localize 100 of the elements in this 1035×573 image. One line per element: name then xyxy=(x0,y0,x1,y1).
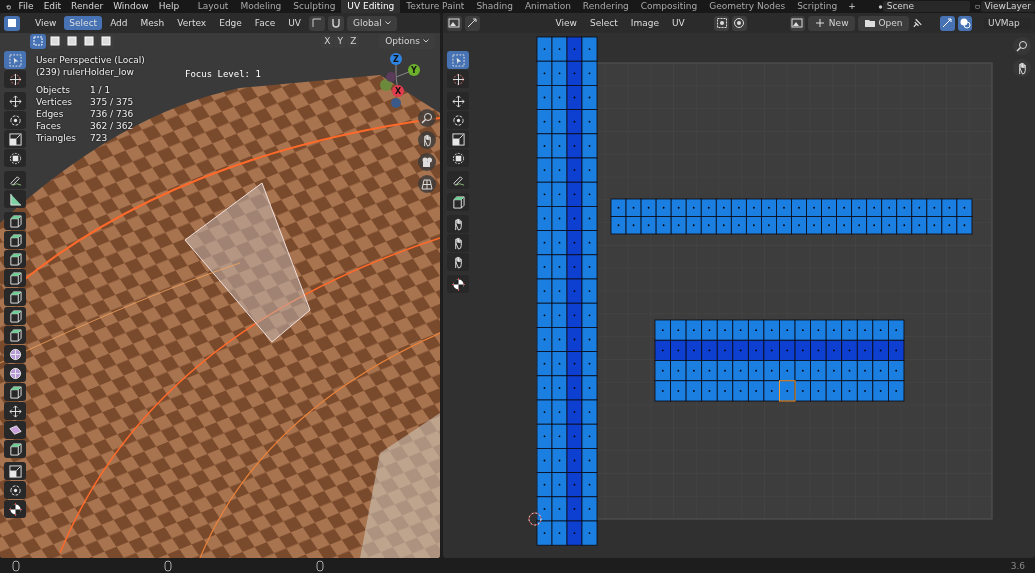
workspace-tab[interactable]: Rendering xyxy=(576,0,635,13)
uv-island[interactable] xyxy=(654,319,905,402)
menu-item[interactable]: Face xyxy=(249,16,281,30)
tool-button[interactable] xyxy=(4,231,26,249)
uv-sync-button[interactable] xyxy=(308,15,325,31)
menu-item[interactable]: Mesh xyxy=(135,16,170,30)
tool-button[interactable] xyxy=(4,440,26,458)
menu-item[interactable]: UV xyxy=(283,16,306,30)
tool-button[interactable] xyxy=(447,92,469,110)
tool-button[interactable] xyxy=(4,421,26,439)
zoom-button[interactable] xyxy=(1013,37,1031,55)
tool-button[interactable] xyxy=(4,250,26,268)
open-image-button[interactable]: Open xyxy=(857,15,909,31)
overlay-toggle[interactable] xyxy=(957,15,973,31)
mode-button[interactable] xyxy=(4,15,20,31)
editor-type-button[interactable] xyxy=(447,15,462,31)
tool-button[interactable] xyxy=(4,111,26,129)
tool-button[interactable] xyxy=(4,212,26,230)
tool-button[interactable] xyxy=(4,481,26,499)
menu-item[interactable]: UV xyxy=(666,16,690,30)
tool-button[interactable] xyxy=(447,275,469,293)
menu-item[interactable]: File xyxy=(13,0,39,13)
tool-button[interactable] xyxy=(4,500,26,518)
caret-icon xyxy=(384,21,391,25)
menu-item[interactable]: Help xyxy=(153,0,185,13)
pen-icon xyxy=(8,173,22,187)
new-image-button[interactable]: New xyxy=(807,15,855,31)
tool-button[interactable] xyxy=(447,70,469,88)
menu-item[interactable]: Render xyxy=(66,0,109,13)
cube-icon xyxy=(451,195,465,209)
tool-button[interactable] xyxy=(4,462,26,480)
tool-button[interactable] xyxy=(447,215,469,233)
tool-button[interactable] xyxy=(4,171,26,189)
tool-button[interactable] xyxy=(4,149,26,167)
scene-field[interactable]: Scene xyxy=(882,1,970,12)
axis-gizmo[interactable]: Z Y X xyxy=(374,51,434,121)
tool-button[interactable] xyxy=(447,149,469,167)
workspace-tab[interactable]: Texture Paint xyxy=(400,0,471,13)
menu-item[interactable]: View xyxy=(550,16,582,30)
tool-button[interactable] xyxy=(447,171,469,189)
menu-item[interactable]: View xyxy=(30,16,62,30)
tool-button[interactable] xyxy=(447,111,469,129)
workspace-tab[interactable]: Scripting xyxy=(791,0,844,13)
sync-button[interactable] xyxy=(464,15,480,31)
tool-button[interactable] xyxy=(4,326,26,344)
menu-item[interactable]: Vertex xyxy=(172,16,212,30)
proportional-button[interactable] xyxy=(732,15,747,31)
tool-button[interactable] xyxy=(4,70,26,88)
pin-icon xyxy=(911,17,923,29)
menu-item[interactable]: Select xyxy=(584,16,623,30)
menu-item[interactable]: Window xyxy=(108,0,154,13)
tool-button[interactable] xyxy=(4,269,26,287)
circles-icon xyxy=(959,17,972,29)
slanted-block-icon xyxy=(8,423,22,437)
view-layer-field[interactable]: ViewLayer xyxy=(980,1,1035,12)
tool-button[interactable] xyxy=(4,288,26,306)
tool-button[interactable] xyxy=(4,364,26,382)
sphere-icon xyxy=(8,347,22,361)
magnet-icon xyxy=(329,17,342,29)
folder-icon xyxy=(863,17,876,29)
image-browse-button[interactable] xyxy=(790,15,805,31)
crosshair-icon xyxy=(8,72,22,86)
menu-item[interactable]: Add xyxy=(105,16,133,30)
pan-button[interactable] xyxy=(1013,59,1031,77)
cursor-marker[interactable] xyxy=(528,512,542,526)
tool-button[interactable] xyxy=(4,130,26,148)
tool-button[interactable] xyxy=(4,190,26,208)
tool-button[interactable] xyxy=(4,345,26,363)
uv-island[interactable] xyxy=(536,36,598,546)
menu-item[interactable]: Edge xyxy=(214,16,247,30)
uv-island[interactable] xyxy=(610,198,973,235)
corner-icon xyxy=(310,17,323,29)
tool-button[interactable] xyxy=(447,253,469,271)
add-tab-button[interactable]: + xyxy=(843,0,861,13)
tool-button[interactable] xyxy=(447,234,469,252)
workspace-tab[interactable]: Layout xyxy=(191,0,235,13)
menu-item[interactable]: Edit xyxy=(38,0,67,13)
workspace-tab[interactable]: UV Editing xyxy=(341,0,401,13)
tool-button[interactable] xyxy=(4,383,26,401)
menu-item[interactable]: Select xyxy=(64,16,103,30)
workspace-tab[interactable]: Compositing xyxy=(634,0,704,13)
workspace-tab[interactable]: Geometry Nodes xyxy=(703,0,792,13)
pivot-button[interactable] xyxy=(714,15,730,31)
workspace-tab[interactable]: Sculpting xyxy=(287,0,342,13)
workspace-tab[interactable]: Modeling xyxy=(234,0,288,13)
workspace-tab[interactable]: Animation xyxy=(518,0,577,13)
mouse-icon xyxy=(10,559,22,572)
tool-button[interactable] xyxy=(4,307,26,325)
workspace-tab[interactable]: Shading xyxy=(470,0,519,13)
tool-button[interactable] xyxy=(4,402,26,420)
tool-button[interactable] xyxy=(447,130,469,148)
menu-item[interactable]: Image xyxy=(625,16,664,30)
tool-button[interactable] xyxy=(4,92,26,110)
gizmo-toggle[interactable] xyxy=(939,15,955,31)
tool-button[interactable] xyxy=(447,193,469,211)
camera-icon xyxy=(421,156,433,168)
square-icon xyxy=(100,35,112,47)
uv-map-field[interactable]: UVMap xyxy=(984,17,1031,29)
snap-button[interactable] xyxy=(327,15,344,31)
orientation-dropdown[interactable]: Global xyxy=(346,15,397,31)
